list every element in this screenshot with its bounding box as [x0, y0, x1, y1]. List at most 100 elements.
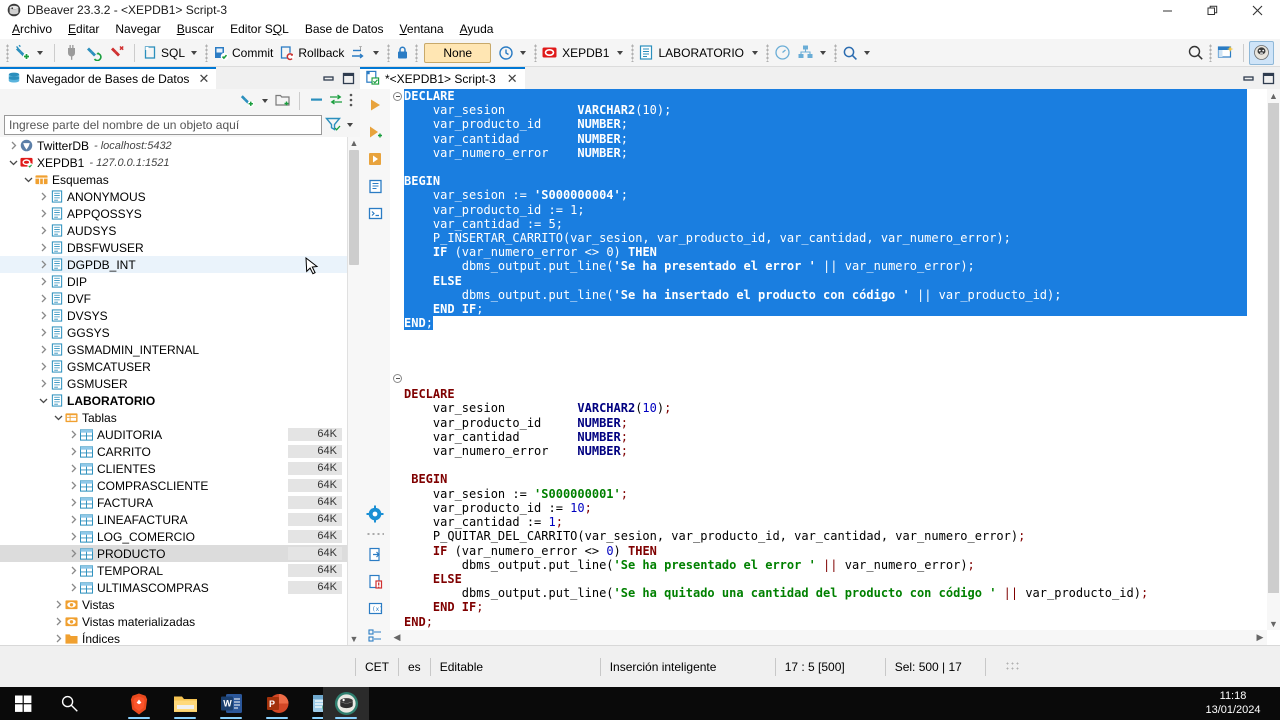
schema-selector[interactable]: LABORATORIO [636, 41, 764, 65]
tree-item-vistas-materializadas[interactable]: Vistas materializadas [0, 613, 347, 630]
scroll-down-icon[interactable]: ▼ [1267, 617, 1280, 630]
chevron-down-icon[interactable] [262, 99, 268, 103]
status-resize-grip[interactable] [1005, 661, 1019, 671]
search-input[interactable] [4, 115, 322, 135]
chevron-down-icon[interactable] [373, 50, 380, 55]
tree-vertical-scrollbar[interactable]: ▲ ▼ [348, 137, 360, 645]
taskbar-clock[interactable]: 11:18 13/01/2024 [1194, 689, 1272, 717]
execute-console-icon[interactable] [364, 203, 386, 223]
er-diagram-icon[interactable] [794, 41, 832, 65]
start-button[interactable] [0, 687, 46, 720]
chevron-down-icon[interactable] [520, 50, 527, 55]
tree-item-esquemas[interactable]: Esquemas [0, 171, 347, 188]
editor-settings-icon[interactable] [364, 504, 386, 524]
tree-item-producto[interactable]: PRODUCTO 64K [0, 545, 347, 562]
tree-item-log-comercio[interactable]: LOG_COMERCIO 64K [0, 528, 347, 545]
tree-item-gsmcatuser[interactable]: GSMCATUSER [0, 358, 347, 375]
chevron-right-icon[interactable] [38, 205, 49, 222]
database-tree[interactable]: TwitterDB - localhost:5432 XEPDB1 - 127.0.0… [0, 137, 348, 645]
close-button[interactable] [1235, 0, 1280, 20]
taskbar-word[interactable]: W [208, 687, 254, 720]
menu-ventana[interactable]: Ventana [392, 20, 452, 39]
tree-item-tablas[interactable]: Tablas [0, 409, 347, 426]
close-icon[interactable]: ✕ [198, 71, 209, 87]
search-taskbar-button[interactable] [46, 687, 92, 720]
toolbar-drag-handle-4[interactable] [415, 43, 419, 62]
tree-item-audsys[interactable]: AUDSYS [0, 222, 347, 239]
minimize-button[interactable] [1145, 0, 1190, 20]
chevron-down-icon[interactable] [191, 50, 198, 55]
tree-item-dbsfwuser[interactable]: DBSFWUSER [0, 239, 347, 256]
chevron-right-icon[interactable] [53, 613, 64, 630]
minimize-panel-icon[interactable] [1240, 70, 1256, 86]
tree-item-temporal[interactable]: TEMPORAL 64K [0, 562, 347, 579]
tree-item-dvf[interactable]: DVF [0, 290, 347, 307]
chevron-down-icon[interactable] [820, 50, 827, 55]
close-icon[interactable]: ✕ [507, 71, 518, 87]
chevron-right-icon[interactable] [8, 137, 19, 154]
export-error-icon[interactable] [364, 571, 386, 591]
chevron-right-icon[interactable] [53, 630, 64, 645]
chevron-down-icon[interactable] [38, 392, 49, 409]
scroll-up-icon[interactable]: ▲ [1267, 89, 1280, 102]
toolbar-drag-handle-5[interactable] [534, 43, 538, 62]
toolbar-drag-handle-3[interactable] [387, 43, 391, 62]
tree-item-twitterdb[interactable]: TwitterDB - localhost:5432 [0, 137, 347, 154]
tree-scroll-thumb[interactable] [349, 150, 359, 265]
minimize-panel-icon[interactable] [320, 70, 336, 86]
chevron-right-icon[interactable] [38, 341, 49, 358]
chevron-right-icon[interactable] [38, 256, 49, 273]
chevron-right-icon[interactable] [68, 426, 79, 443]
refresh-connection-icon[interactable] [83, 41, 106, 65]
editor-vertical-scrollbar[interactable]: ▲ ▼ [1267, 89, 1280, 630]
new-object-icon[interactable] [239, 92, 255, 111]
tree-item-ggsys[interactable]: GGSYS [0, 324, 347, 341]
outline-icon[interactable] [364, 625, 386, 645]
editor-horizontal-scrollbar[interactable]: ◀ ▶ [390, 630, 1267, 645]
rollback-button[interactable]: Rollback [276, 41, 347, 65]
chevron-right-icon[interactable] [68, 528, 79, 545]
chevron-right-icon[interactable] [38, 324, 49, 341]
chevron-right-icon[interactable] [68, 494, 79, 511]
menu-archivo[interactable]: Archivo [4, 20, 60, 39]
editor-scroll-thumb[interactable] [1268, 103, 1279, 593]
disconnect-icon[interactable] [60, 41, 83, 65]
dashboard-icon[interactable] [771, 41, 794, 65]
tree-item-dip[interactable]: DIP [0, 273, 347, 290]
active-schema-none[interactable]: None [424, 42, 492, 63]
new-sql-editor-button[interactable]: SQL [140, 41, 203, 65]
toolbar-drag-handle-7[interactable] [766, 43, 770, 62]
menu-ayuda[interactable]: Ayuda [452, 20, 502, 39]
new-connection-icon[interactable] [11, 41, 49, 65]
restore-button[interactable] [1190, 0, 1235, 20]
perspective-icon[interactable] [1214, 41, 1238, 65]
execute-statement-icon[interactable] [364, 95, 386, 115]
chevron-right-icon[interactable] [38, 188, 49, 205]
fold-marker-block-1[interactable] [393, 91, 402, 101]
execute-expression-icon[interactable] [364, 176, 386, 196]
menu-base-de-datos[interactable]: Base de Datos [297, 20, 392, 39]
chevron-right-icon[interactable] [68, 460, 79, 477]
chevron-right-icon[interactable] [38, 239, 49, 256]
link-editor-icon[interactable] [328, 92, 344, 110]
collapse-all-icon[interactable] [309, 92, 324, 110]
connection-selector[interactable]: XEPDB1 [539, 41, 629, 65]
scroll-up-icon[interactable]: ▲ [348, 137, 360, 149]
chevron-right-icon[interactable] [68, 579, 79, 596]
menu-editar[interactable]: Editar [60, 20, 107, 39]
tree-item-anonymous[interactable]: ANONYMOUS [0, 188, 347, 205]
tree-item-vistas[interactable]: Vistas [0, 596, 347, 613]
tree-item-gsmadmin-internal[interactable]: GSMADMIN_INTERNAL [0, 341, 347, 358]
toolbar-drag-handle-6[interactable] [631, 43, 635, 62]
chevron-right-icon[interactable] [38, 358, 49, 375]
tree-item-xepdb1[interactable]: XEPDB1 - 127.0.0.1:1521 [0, 154, 347, 171]
sql-code-area[interactable]: DECLARE var_sesion VARCHAR2(10); var_pro… [390, 89, 1267, 630]
toolbar-drag-handle-2[interactable] [205, 43, 209, 62]
transaction-mode-icon[interactable]: T [347, 41, 385, 65]
maximize-panel-icon[interactable] [1260, 70, 1276, 86]
taskbar-dbeaver[interactable] [323, 687, 369, 720]
tree-item-carrito[interactable]: CARRITO 64K [0, 443, 347, 460]
tree-item-ultimascompras[interactable]: ULTIMASCOMPRAS 64K [0, 579, 347, 596]
scroll-left-icon[interactable]: ◀ [390, 630, 404, 645]
menu-buscar[interactable]: Buscar [169, 20, 222, 39]
